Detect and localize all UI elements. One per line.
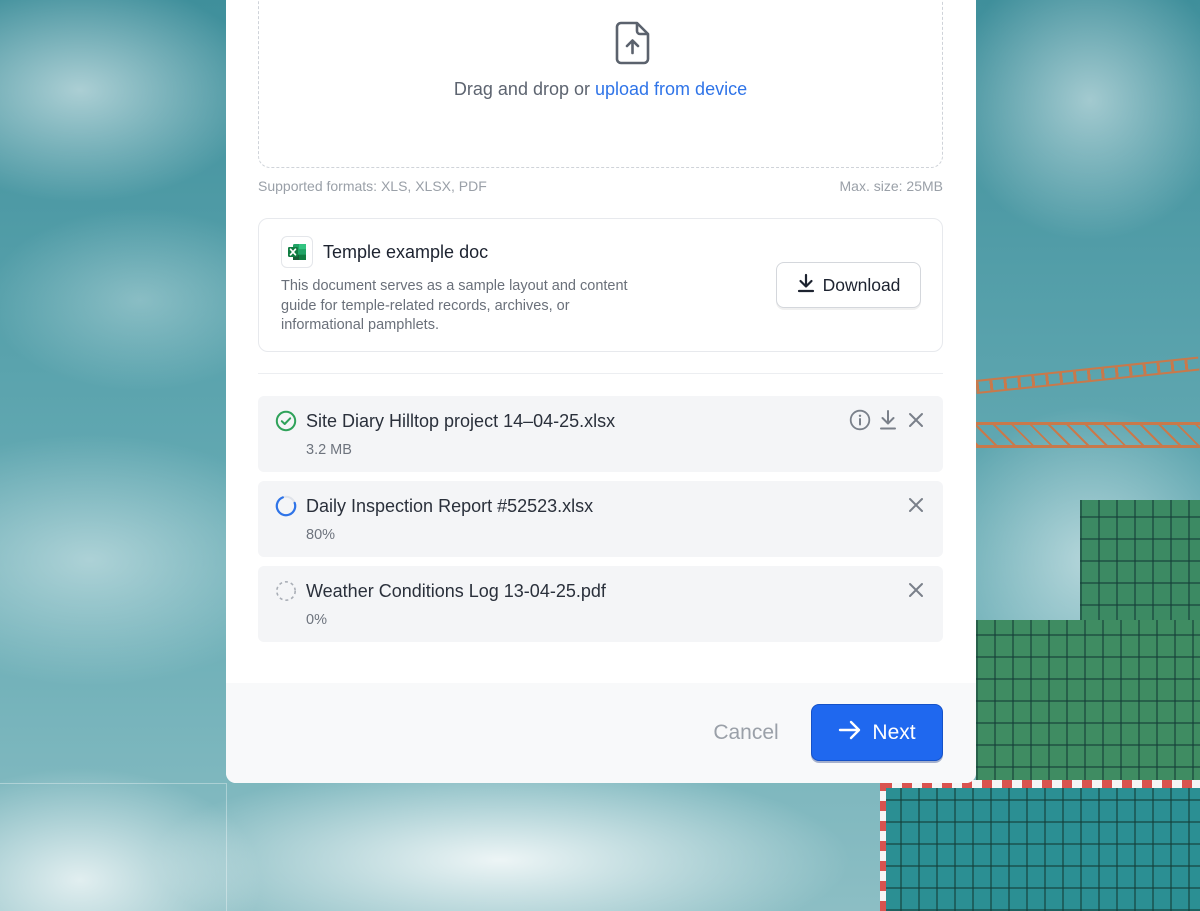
background-gridline	[0, 783, 226, 784]
dropzone-text: Drag and drop or upload from device	[259, 79, 942, 100]
template-description: This document serves as a sample layout …	[281, 278, 628, 333]
file-name: Daily Inspection Report #52523.xlsx	[306, 496, 594, 516]
next-button[interactable]: Next	[811, 704, 943, 761]
close-icon[interactable]	[905, 409, 927, 431]
dashed-circle-icon	[275, 580, 297, 602]
info-icon[interactable]	[849, 409, 871, 431]
upload-progress: 0%	[306, 612, 327, 628]
scaffold-building	[976, 620, 1200, 790]
dropzone[interactable]: Drag and drop or upload from device	[258, 0, 943, 168]
safety-pole	[880, 780, 886, 911]
next-label: Next	[872, 720, 916, 744]
close-icon[interactable]	[905, 579, 927, 601]
file-actions	[905, 579, 927, 601]
template-card: Temple example doc This document serves …	[258, 218, 943, 352]
template-title: Temple example doc	[323, 242, 489, 262]
spinner-icon	[275, 495, 297, 517]
arrow-right-icon	[838, 719, 862, 747]
upload-from-device-link[interactable]: upload from device	[595, 79, 747, 99]
download-label: Download	[822, 274, 901, 295]
download-icon[interactable]	[877, 409, 899, 431]
divider	[258, 373, 943, 374]
file-name: Site Diary Hilltop project 14–04-25.xlsx	[306, 411, 616, 431]
crane-arm	[975, 356, 1200, 394]
upload-progress: 80%	[306, 527, 336, 543]
file-item-weather-log: Weather Conditions Log 13-04-25.pdf 0%	[258, 566, 943, 642]
cancel-button[interactable]: Cancel	[696, 705, 796, 761]
excel-icon	[281, 236, 313, 268]
crane-jib	[976, 422, 1200, 448]
file-actions	[849, 409, 927, 431]
check-circle-icon	[275, 410, 297, 432]
file-item-site-diary: Site Diary Hilltop project 14–04-25.xlsx…	[258, 396, 943, 472]
background-gridline	[226, 783, 227, 911]
close-icon[interactable]	[905, 494, 927, 516]
file-name: Weather Conditions Log 13-04-25.pdf	[306, 581, 606, 601]
download-icon	[797, 273, 815, 298]
modal-footer: Cancel Next	[226, 683, 976, 783]
upload-modal: Drag and drop or upload from device Supp…	[226, 0, 976, 783]
file-item-daily-inspection: Daily Inspection Report #52523.xlsx 80%	[258, 481, 943, 557]
scaffold-building	[882, 780, 1200, 911]
max-size-hint: Max. size: 25MB	[839, 178, 943, 194]
file-actions	[905, 494, 927, 516]
file-size: 3.2 MB	[306, 442, 352, 458]
dropzone-prompt: Drag and drop or	[453, 79, 595, 99]
file-upload-icon	[615, 21, 651, 70]
supported-formats-hint: Supported formats: XLS, XLSX, PDF	[258, 178, 487, 194]
download-template-button[interactable]: Download	[776, 262, 921, 308]
